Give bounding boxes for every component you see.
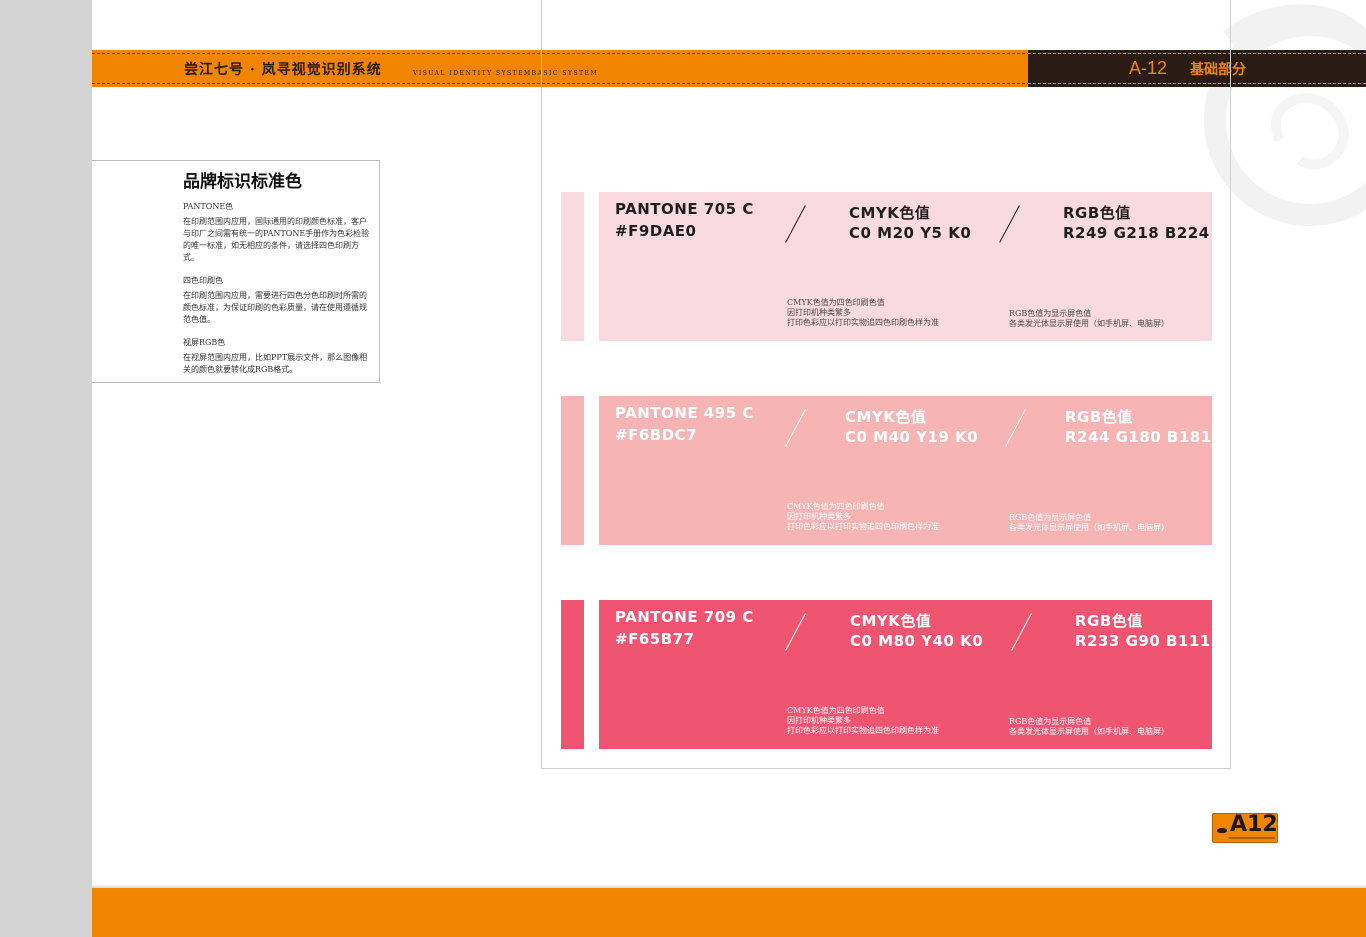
divider-slash bbox=[785, 613, 806, 651]
rgb-section-title: 视屏RGB色 bbox=[183, 338, 226, 347]
rgb-section-text: 在视屏范围内应用，比如PPT展示文件，那么图像相关的颜色就要转化成RGB格式。 bbox=[183, 353, 368, 374]
standard-color-info-box: 品牌标识标准色 PANTONE色 在印刷范围内应用，国际通用的印刷颜色标准，客户… bbox=[92, 160, 380, 383]
pantone-code: PANTONE 705 C bbox=[615, 200, 754, 218]
rgb-note: RGB色值为显示屏色值 各类发光体显示屏使用（如手机屏、电脑屏） bbox=[1009, 717, 1169, 736]
pantone-code: PANTONE 495 C bbox=[615, 404, 754, 422]
swatch-panel-2: PANTONE 495 C #F6BDC7 CMYK色值 C0 M40 Y19 … bbox=[599, 396, 1212, 545]
cmyk-value: C0 M20 Y5 K0 bbox=[849, 224, 972, 242]
content-frame-right bbox=[1230, 0, 1231, 769]
swatch-panel-3: PANTONE 709 C #F65B77 CMYK色值 C0 M80 Y40 … bbox=[599, 600, 1212, 749]
divider-slash bbox=[785, 409, 806, 447]
divider-slash bbox=[1005, 409, 1026, 447]
swatch-strip-1 bbox=[561, 192, 584, 341]
cmyk-note: CMYK色值为四色印刷色值 因打印机种类繁多 打印色彩应以打印实物追四色印刷色样为准 bbox=[787, 298, 939, 327]
divider-slash bbox=[999, 205, 1020, 243]
header-subtitle: VISUAL IDENTITY SYSTEMBASIC SYSTEM bbox=[413, 70, 599, 77]
rgb-label: RGB色值 bbox=[1063, 204, 1131, 222]
cmyk-note: CMYK色值为四色印刷色值 因打印机种类繁多 打印色彩应以打印实物追四色印刷色样为准 bbox=[787, 706, 939, 735]
cmyk-section-title: 四色印刷色 bbox=[183, 276, 223, 285]
rgb-label: RGB色值 bbox=[1075, 612, 1143, 630]
cmyk-value: C0 M40 Y19 K0 bbox=[845, 428, 979, 446]
pantone-code: PANTONE 709 C bbox=[615, 608, 754, 626]
divider-slash bbox=[785, 205, 806, 243]
rgb-value: R244 G180 B181 bbox=[1065, 428, 1212, 446]
cmyk-section-text: 在印刷范围内应用，需要进行四色分色印刷时所需的颜色标准，为保证印刷的色彩质量，请… bbox=[183, 291, 367, 324]
cmyk-label: CMYK色值 bbox=[849, 204, 931, 222]
section-name: 基础部分 bbox=[1190, 61, 1246, 77]
swatch-strip-2 bbox=[561, 396, 584, 545]
rgb-value: R233 G90 B111 bbox=[1075, 632, 1211, 650]
header-page-tag: A-12 基础部分 bbox=[1028, 50, 1366, 87]
rgb-value: R249 G218 B224 bbox=[1063, 224, 1210, 242]
content-frame-left bbox=[541, 0, 542, 769]
content-frame-bottom bbox=[541, 768, 1231, 769]
badge-caption-line bbox=[1229, 837, 1275, 839]
divider-slash bbox=[1011, 613, 1032, 651]
header-bar: 尝江七号 · 岚寻视觉识别系统 VISUAL IDENTITY SYSTEMBA… bbox=[92, 50, 1030, 87]
rgb-label: RGB色值 bbox=[1065, 408, 1133, 426]
rgb-note: RGB色值为显示屏色值 各类发光体显示屏使用（如手机屏、电脑屏） bbox=[1009, 309, 1169, 328]
swatch-strip-3 bbox=[561, 600, 584, 749]
cmyk-label: CMYK色值 bbox=[850, 612, 932, 630]
pantone-section-title: PANTONE色 bbox=[183, 202, 234, 211]
hex-code: #F9DAE0 bbox=[615, 222, 697, 240]
left-margin bbox=[0, 0, 92, 937]
hex-code: #F6BDC7 bbox=[615, 426, 698, 444]
cmyk-value: C0 M80 Y40 K0 bbox=[850, 632, 984, 650]
hex-code: #F65B77 bbox=[615, 630, 695, 648]
badge-label: A12 bbox=[1230, 812, 1278, 837]
pantone-section-text: 在印刷范围内应用，国际通用的印刷颜色标准，客户与印厂之间需有统一的PANTONE… bbox=[183, 217, 370, 262]
brand-mark-icon bbox=[1217, 828, 1227, 833]
cmyk-note: CMYK色值为四色印刷色值 因打印机种类繁多 打印色彩应以打印实物追四色印刷色样为准 bbox=[787, 502, 939, 531]
page-number-badge: A12 bbox=[1212, 812, 1278, 843]
cmyk-label: CMYK色值 bbox=[845, 408, 927, 426]
header-title: 尝江七号 · 岚寻视觉识别系统 bbox=[184, 62, 382, 78]
page-code: A-12 bbox=[1129, 58, 1168, 78]
swatch-panel-1: PANTONE 705 C #F9DAE0 CMYK色值 C0 M20 Y5 K… bbox=[599, 192, 1212, 341]
rgb-note: RGB色值为显示屏色值 各类发光体显示屏使用（如手机屏、电脑屏） bbox=[1009, 513, 1169, 532]
info-title: 品牌标识标准色 bbox=[183, 172, 302, 191]
footer-band bbox=[92, 888, 1366, 937]
